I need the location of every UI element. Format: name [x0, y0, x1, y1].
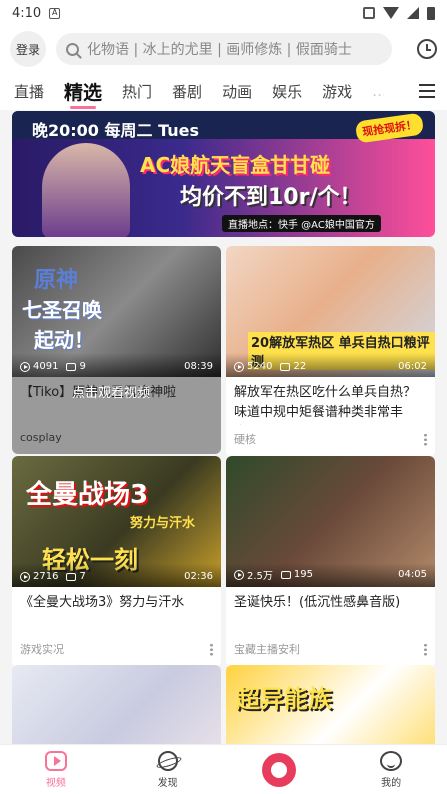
thumb-overlay-text: 努力与汗水: [130, 516, 196, 531]
tab-animation[interactable]: 动画: [222, 81, 252, 102]
danmaku-icon: [280, 362, 291, 371]
video-meta: 游戏实况: [12, 635, 221, 667]
video-thumbnail[interactable]: 全曼战场3 努力与汗水 轻松一刻 2716 7 02:36: [12, 456, 221, 587]
danmaku-count: 9: [79, 361, 86, 372]
view-count: 2.5万: [247, 571, 273, 582]
top-bar: 登录 化物语 | 冰上的尤里 | 画师修炼 | 假面骑士: [0, 26, 447, 72]
video-meta: 硬核: [226, 425, 435, 457]
more-options-icon[interactable]: [424, 432, 427, 446]
thumb-overlay-text: 超异能族: [236, 685, 332, 713]
status-time: 4:10: [12, 5, 42, 21]
planet-icon: [157, 750, 178, 771]
nav-label: 视频: [45, 777, 66, 789]
wifi-icon: [383, 7, 399, 19]
video-meta: cosplay: [12, 425, 221, 454]
banner-time: 晚20:00 每周二 Tues: [32, 121, 199, 140]
search-icon: [66, 42, 79, 56]
history-icon[interactable]: [417, 39, 437, 59]
login-button[interactable]: 登录: [10, 31, 46, 67]
profile-icon: [380, 750, 403, 771]
category-tabs: 直播 精选 热门 番剧 动画 娱乐 游戏 …: [0, 72, 447, 110]
video-meta: 宝藏主播安利: [226, 635, 435, 667]
center-action-icon: [262, 752, 297, 787]
nav-label: 发现: [157, 777, 178, 789]
play-count-icon: [20, 571, 30, 582]
more-options-icon[interactable]: [210, 431, 213, 444]
view-count: 5240: [247, 361, 273, 372]
video-category[interactable]: cosplay: [20, 431, 62, 444]
promo-banner[interactable]: 晚20:00 每周二 Tues AC娘航天盲盒甘甘碰 均价不到10r/个！ 直播…: [12, 111, 435, 237]
danmaku-count: 195: [293, 569, 313, 580]
video-stats: 4091 9 08:39: [20, 361, 213, 372]
banner-headline: AC娘航天盲盒甘甘碰: [140, 153, 331, 177]
danmaku-icon: [66, 362, 77, 371]
search-placeholder: 化物语 | 冰上的尤里 | 画师修炼 | 假面骑士: [87, 42, 352, 58]
video-category[interactable]: 宝藏主播安利: [234, 641, 300, 657]
video-duration: 02:36: [184, 571, 213, 582]
play-count-icon: [20, 361, 30, 372]
thumb-overlay-text: 原神: [34, 268, 79, 293]
video-stats: 2716 7 02:36: [20, 571, 213, 582]
video-icon: [44, 750, 67, 771]
banner-price: 均价不到10r/个！: [180, 185, 362, 210]
danmaku-count: 7: [79, 571, 86, 582]
video-title[interactable]: 解放军在热区吃什么单兵自热？味道中规中矩餐谱种类非常丰富...: [226, 377, 435, 425]
tab-featured[interactable]: 精选: [64, 78, 102, 109]
vibrate-icon: [363, 7, 375, 19]
menu-icon[interactable]: [419, 84, 435, 98]
tab-bangumi[interactable]: 番剧: [172, 81, 202, 102]
video-duration: 04:05: [398, 569, 427, 580]
thumb-overlay-text: 全曼战场3: [26, 480, 149, 510]
danmaku-icon: [66, 572, 77, 581]
view-count: 2716: [33, 571, 59, 582]
video-duration: 08:39: [184, 361, 213, 372]
nav-label: 我的: [381, 777, 402, 789]
video-card[interactable]: 全曼战场3 努力与汗水 轻松一刻 2716 7 02:36 《全曼大战场3》努力…: [12, 456, 221, 667]
more-options-icon[interactable]: [424, 642, 427, 656]
nav-center[interactable]: [224, 745, 336, 794]
video-duration: 06:02: [398, 361, 427, 372]
tab-live[interactable]: 直播: [14, 81, 44, 102]
video-stats: 5240 22 06:02: [234, 361, 427, 372]
banner-person-image: [42, 143, 130, 237]
play-count-icon: [234, 361, 244, 372]
play-count-icon: [234, 569, 244, 580]
battery-icon: [427, 6, 435, 20]
tab-games[interactable]: 游戏: [322, 81, 352, 102]
status-bar: 4:10 A: [0, 0, 447, 26]
video-title[interactable]: 《全曼大战场3》努力与汗水: [12, 587, 221, 635]
danmaku-count: 22: [293, 361, 307, 372]
video-thumbnail[interactable]: 原神 七圣召唤 起动！ 4091 9 08:39: [12, 246, 221, 377]
nav-me[interactable]: 我的: [335, 745, 447, 794]
tab-hot[interactable]: 热门: [122, 81, 152, 102]
view-count: 4091: [33, 361, 59, 372]
video-title[interactable]: 圣诞快乐！(低沉性感鼻音版): [226, 587, 435, 635]
nav-video[interactable]: 视频: [0, 745, 112, 794]
video-card[interactable]: 2.5万 195 04:05 圣诞快乐！(低沉性感鼻音版) 宝藏主播安利: [226, 456, 435, 667]
more-options-icon[interactable]: [210, 642, 213, 656]
video-category[interactable]: 游戏实况: [20, 641, 64, 657]
banner-location: 直播地点：快手 @AC娘中国官方: [222, 215, 381, 232]
video-card[interactable]: 20解放军热区 单兵自热口粮评测 5240 22 06:02 解放军在热区吃什么…: [226, 246, 435, 457]
video-category[interactable]: 硬核: [234, 431, 256, 447]
signal-icon: [407, 7, 419, 19]
thumb-overlay-text: 七圣召唤: [22, 298, 102, 322]
danmaku-icon: [280, 570, 291, 579]
tab-more-hidden[interactable]: …: [372, 82, 384, 100]
bottom-nav: 视频 发现 我的: [0, 744, 447, 794]
nav-discover[interactable]: 发现: [112, 745, 224, 794]
video-card[interactable]: 原神 七圣召唤 起动！ 4091 9 08:39 【Tiko】原神七圣召唤神啦 …: [12, 246, 221, 454]
video-thumbnail[interactable]: 2.5万 195 04:05: [226, 456, 435, 587]
watch-tip: 点击观看视频: [72, 386, 151, 401]
thumb-overlay-text: 起动！: [34, 328, 94, 352]
video-stats: 2.5万 195 04:05: [234, 567, 427, 582]
search-input[interactable]: 化物语 | 冰上的尤里 | 画师修炼 | 假面骑士: [56, 33, 392, 65]
status-icons: [363, 6, 435, 20]
tab-entertainment[interactable]: 娱乐: [272, 81, 302, 102]
video-thumbnail[interactable]: 20解放军热区 单兵自热口粮评测 5240 22 06:02: [226, 246, 435, 377]
notification-icon: A: [49, 7, 61, 19]
